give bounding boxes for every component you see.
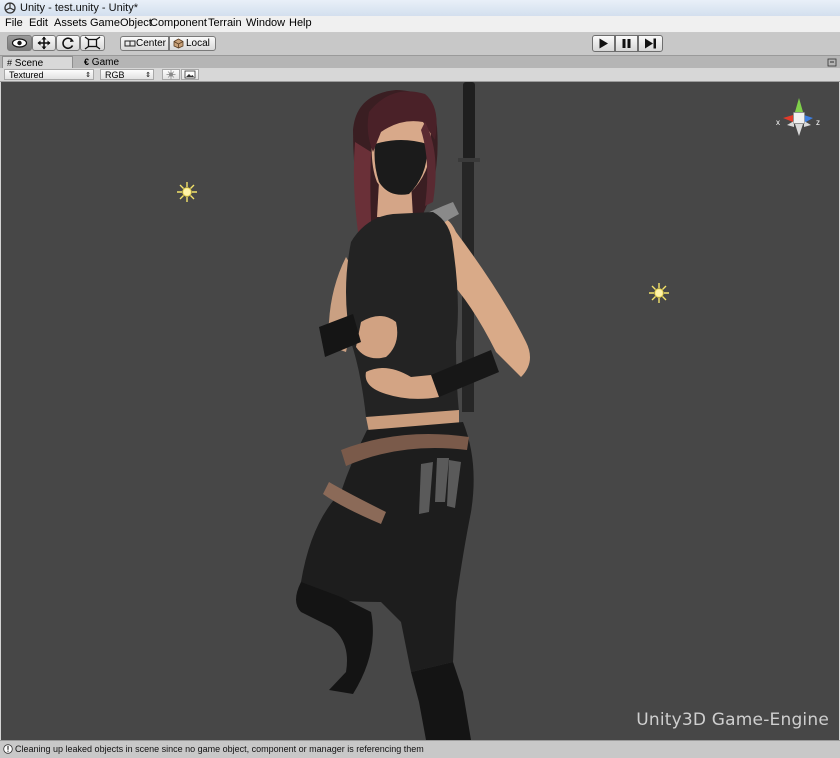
status-bar[interactable]: Cleaning up leaked objects in scene sinc…: [0, 740, 840, 758]
pause-icon: [622, 39, 631, 48]
character-model[interactable]: [1, 82, 839, 740]
scene-fx-toggle[interactable]: [181, 69, 199, 80]
scene-lighting-toggle[interactable]: [162, 69, 180, 80]
scene-options-bar: Textured ⇕ RGB ⇕: [0, 68, 840, 82]
menu-assets[interactable]: Assets: [54, 17, 87, 29]
step-icon: [645, 38, 656, 49]
view-tool-button[interactable]: [7, 35, 32, 51]
title-bar: Unity - test.unity - Unity*: [0, 0, 840, 17]
pivot-center-icon: [124, 40, 136, 47]
tab-game-label: Game: [91, 57, 120, 68]
render-mode-value: Textured: [9, 70, 44, 80]
scale-icon: [84, 36, 101, 50]
scene-grid-icon: #: [7, 58, 13, 68]
status-message: Cleaning up leaked objects in scene sinc…: [15, 744, 424, 754]
menu-bar: File Edit Assets GameObject Component Te…: [0, 16, 840, 33]
toolbar: Center Local: [0, 33, 840, 55]
scene-viewport[interactable]: x z Unity3D Game-Engine: [1, 82, 839, 740]
view-tab-bar: # Scene € Game: [0, 55, 840, 69]
menu-help[interactable]: Help: [289, 17, 312, 29]
play-button[interactable]: [592, 35, 615, 52]
tab-menu-icon[interactable]: [827, 58, 837, 67]
scale-tool-button[interactable]: [80, 35, 105, 51]
menu-component[interactable]: Component: [150, 17, 207, 29]
dropdown-arrows-icon: ⇕: [85, 72, 91, 79]
image-icon: [184, 70, 196, 79]
move-tool-button[interactable]: [32, 35, 56, 51]
render-mode-dropdown[interactable]: Textured ⇕: [4, 69, 94, 80]
step-button[interactable]: [638, 35, 663, 52]
play-icon: [599, 38, 608, 49]
menu-gameobject[interactable]: GameObject: [90, 17, 152, 29]
watermark-text: Unity3D Game-Engine: [636, 710, 829, 730]
menu-terrain[interactable]: Terrain: [208, 17, 242, 29]
menu-edit[interactable]: Edit: [29, 17, 48, 29]
window-title: Unity - test.unity - Unity*: [20, 2, 138, 14]
info-icon: [3, 744, 13, 754]
rotate-tool-button[interactable]: [56, 35, 80, 51]
color-mode-dropdown[interactable]: RGB ⇕: [100, 69, 154, 80]
pause-button[interactable]: [615, 35, 638, 52]
pivot-local-label: Local: [186, 38, 210, 49]
pivot-center-label: Center: [136, 38, 167, 49]
game-icon: €: [84, 57, 90, 67]
color-mode-value: RGB: [105, 70, 125, 80]
unity-logo-icon: [4, 2, 16, 14]
menu-file[interactable]: File: [5, 17, 23, 29]
pivot-local-button[interactable]: Local: [169, 36, 216, 51]
move-arrows-icon: [37, 36, 51, 50]
dropdown-arrows-icon: ⇕: [145, 72, 151, 79]
rotate-icon: [62, 37, 74, 50]
menu-window[interactable]: Window: [246, 17, 285, 29]
cube-icon: [173, 38, 184, 49]
pivot-center-button[interactable]: Center: [120, 36, 169, 51]
sun-icon: [166, 70, 176, 79]
eye-icon: [11, 38, 28, 48]
